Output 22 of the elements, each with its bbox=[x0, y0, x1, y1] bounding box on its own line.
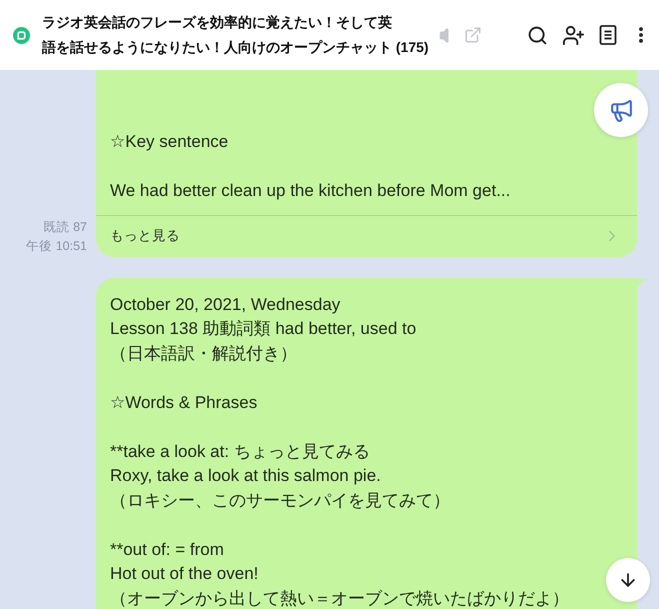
message-line: （ロキシー、このサーモンパイを見てみて） bbox=[110, 490, 451, 512]
add-user-icon[interactable] bbox=[562, 24, 585, 46]
message-line: ☆Words & Phrases bbox=[110, 392, 258, 414]
notes-icon bbox=[599, 25, 617, 45]
message-line: October 20, 2021, Wednesday bbox=[110, 294, 342, 316]
message-line: **take a look at: ちょっと見てみる bbox=[110, 440, 371, 462]
app-logo-icon bbox=[13, 26, 30, 44]
megaphone-icon bbox=[608, 98, 634, 122]
chat-title: ラジオ英会話のフレーズを効率的に覚えたい！そして英 語を話せるようになりたい！人向けのオープンチャット (175) bbox=[42, 13, 429, 57]
message-line: **out of: = from bbox=[110, 538, 225, 560]
message-line: Lesson 138 助動詞類 had better, used to bbox=[110, 318, 418, 340]
message-line: Roxy, take a look at this salmon pie. bbox=[110, 465, 382, 487]
message-line: （日本語訳・解説付き） bbox=[110, 342, 298, 364]
search-icon[interactable] bbox=[527, 24, 548, 46]
read-count: 既読 87 bbox=[44, 218, 87, 236]
message-line: Hot out of the oven! bbox=[110, 563, 260, 585]
see-more-button[interactable]: もっと見る bbox=[96, 214, 637, 256]
message-line: （オーブンから出して熱い＝オーブンで焼いたばかりだよ） bbox=[110, 588, 570, 609]
notes-button[interactable] bbox=[599, 25, 617, 45]
message-line: We had better clean up the kitchen before Mom get... bbox=[110, 180, 512, 202]
message-time: 午後 10:51 bbox=[26, 238, 87, 254]
message-line: ☆Key sentence bbox=[110, 131, 230, 153]
